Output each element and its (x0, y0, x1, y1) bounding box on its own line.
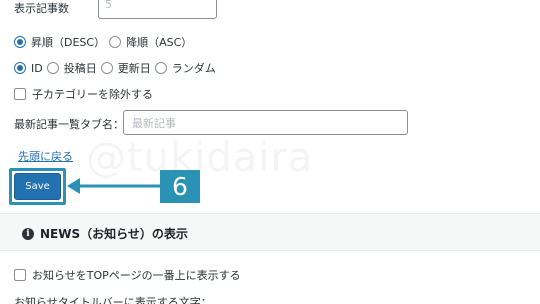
sort-id-option[interactable]: ID (14, 62, 43, 75)
exclude-child-option[interactable]: 子カテゴリーを除外する (14, 86, 153, 102)
sort-id-radio[interactable] (14, 62, 26, 74)
news-top-label: お知らせをTOPページの一番上に表示する (32, 269, 241, 282)
sort-id-label: ID (31, 61, 43, 75)
sort-modified-label: 更新日 (117, 62, 151, 75)
news-top-option[interactable]: お知らせをTOPページの一番上に表示する (14, 267, 241, 283)
sort-date-option[interactable]: 投稿日 (46, 60, 97, 76)
order-desc-option[interactable]: 昇順（DESC） (14, 34, 105, 50)
news-title-bar-label: お知らせタイトルバーに表示する文字： (14, 296, 212, 304)
arrow-left-icon (67, 178, 160, 194)
sort-random-label: ランダム (171, 62, 216, 75)
tab-name-label: 最新記事一覧タブ名： (14, 118, 124, 131)
exclude-child-checkbox[interactable] (14, 88, 26, 100)
news-top-checkbox[interactable] (14, 269, 26, 281)
news-section-title-text: NEWS（お知らせ）の表示 (40, 227, 188, 241)
sort-random-option[interactable]: ランダム (154, 60, 216, 76)
order-asc-label: 降順（ASC） (126, 36, 193, 49)
order-desc-radio[interactable] (14, 36, 26, 48)
order-asc-option[interactable]: 降順（ASC） (109, 34, 192, 50)
info-icon: i (22, 227, 34, 240)
sort-random-radio[interactable] (154, 62, 167, 74)
news-section-title: i NEWS（お知らせ）の表示 (22, 225, 188, 242)
post-count-input[interactable]: 5 (98, 0, 217, 19)
order-asc-radio[interactable] (109, 36, 122, 48)
back-to-top-link[interactable]: 先頭に戻る (18, 148, 73, 164)
sort-date-label: 投稿日 (63, 62, 97, 75)
order-desc-label: 昇順（DESC） (31, 36, 106, 49)
sort-modified-radio[interactable] (100, 62, 113, 74)
tab-name-input[interactable]: 最新記事 (123, 110, 408, 135)
post-count-label: 表示記事数 (14, 2, 69, 15)
save-button[interactable]: Save (14, 173, 61, 200)
order-radio-group: 昇順（DESC） 降順（ASC） (14, 34, 196, 50)
exclude-child-label: 子カテゴリーを除外する (32, 88, 153, 101)
sort-radio-group: ID 投稿日 更新日 ランダム (14, 60, 220, 76)
sort-modified-option[interactable]: 更新日 (100, 60, 151, 76)
sort-date-radio[interactable] (46, 62, 59, 74)
step-number-badge: 6 (160, 170, 200, 203)
